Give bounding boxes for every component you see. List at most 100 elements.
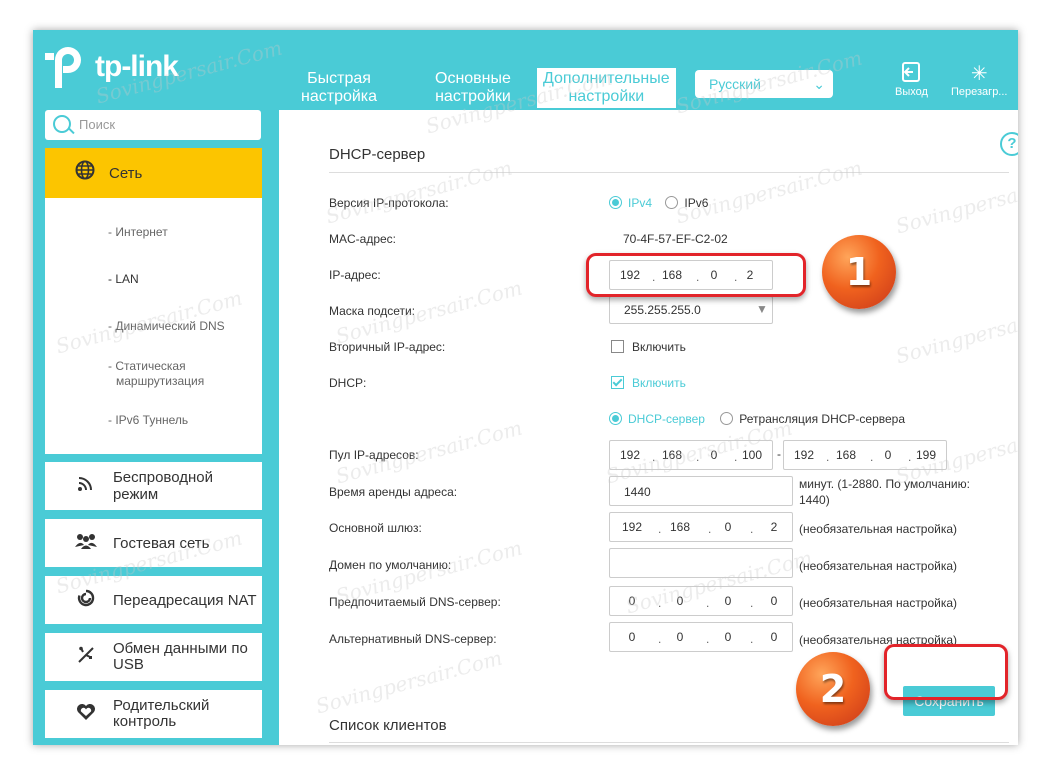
sidebar-item-usb[interactable]: Обмен данными по USB [45, 633, 262, 681]
mac-label: MAC-адрес: [329, 232, 397, 246]
dns1-field[interactable]: 0 . 0 . 0 . 0 [609, 586, 793, 616]
secondary-ip-checkbox[interactable]: Включить [611, 340, 686, 354]
sidebar-item-network[interactable]: Сеть [45, 148, 262, 198]
pool-start-field[interactable]: 192 . 168 . 0 . 100 [609, 440, 773, 470]
sidebar-item-network-label: Сеть [109, 164, 143, 182]
logout-label: Выход [895, 86, 928, 98]
domain-optional-note: (необязательная настройка) [799, 559, 958, 573]
pool-start-octet-1: 192 [619, 448, 641, 462]
sidebar-subitem-ddns[interactable]: - Динамический DNS [108, 319, 225, 334]
dns1-optional-note: (необязательная настройка) [799, 596, 958, 610]
ipv6-label: IPv6 [684, 196, 709, 210]
tab-advanced[interactable]: Дополнительные настройки [537, 68, 676, 108]
radio-off-icon [665, 196, 679, 209]
step-badge-2: 2 [796, 652, 870, 726]
ip-dot: . [706, 632, 710, 646]
ip-dot: . [658, 522, 662, 536]
pool-end-field[interactable]: 192 . 168 . 0 . 199 [783, 440, 947, 470]
radio-on-icon [609, 196, 622, 209]
reboot-button[interactable]: ✳ Перезагр... [951, 62, 1007, 98]
lease-value: 1440 [624, 485, 651, 499]
help-icon[interactable]: ? [1000, 132, 1018, 156]
lease-time-input[interactable]: 1440 [609, 476, 793, 506]
checkbox-icon [611, 340, 624, 353]
reboot-label: Перезагр... [951, 86, 1008, 98]
gateway-label: Основной шлюз: [329, 521, 422, 535]
ipv4-label: IPv4 [628, 196, 653, 210]
gateway-octet-2: 168 [669, 520, 691, 534]
search-placeholder: Поиск [79, 117, 116, 132]
tp-link-logo: tp-link [45, 44, 179, 90]
sidebar-item-parental[interactable]: Родительский контроль [45, 690, 262, 738]
dhcp-relay-radio[interactable]: Ретрансляция DHCP-сервера [720, 412, 905, 426]
router-admin-window: tp-link Быстрая настройка Основные настр… [33, 30, 1018, 745]
domain-input[interactable] [609, 548, 793, 578]
sidebar-item-guest-label: Гостевая сеть [113, 534, 210, 552]
dhcp-server-radio[interactable]: DHCP-сервер [609, 412, 705, 426]
heart-icon [75, 703, 97, 726]
tab-quick-setup[interactable]: Быстрая настройка [301, 70, 377, 106]
sidebar-item-wireless[interactable]: Беспроводной режим [45, 462, 262, 510]
ip-dot: . [750, 596, 754, 610]
radio-off-icon [720, 412, 734, 425]
usb-label-line2: USB [113, 656, 144, 673]
ip-version-label: Версия IP-протокола: [329, 196, 449, 210]
secondary-ip-check-label: Включить [632, 340, 686, 354]
highlight-save-button [884, 644, 1008, 700]
divider [329, 742, 1009, 743]
logout-button[interactable]: Выход [895, 62, 928, 98]
globe-icon [75, 160, 95, 186]
section-title-clients: Список клиентов [329, 717, 447, 734]
lease-label: Время аренды адреса: [329, 485, 458, 499]
lease-note-line2: 1440) [799, 493, 830, 507]
language-select[interactable]: Русский ⌄ [695, 70, 833, 98]
sidebar-subitem-static-routing[interactable]: - Статическая маршрутизация [108, 359, 204, 389]
lease-note: минут. (1-2880. По умолчанию: 1440) [799, 476, 970, 508]
dns1-octet-4: 0 [770, 594, 778, 608]
dhcp-check-label: Включить [632, 376, 686, 390]
dns1-label: Предпочитаемый DNS-сервер: [329, 595, 501, 609]
dns2-label: Альтернативный DNS-сервер: [329, 632, 497, 646]
sidebar-item-nat[interactable]: Переадресация NAT [45, 576, 262, 624]
ipv4-radio[interactable]: IPv4 [609, 196, 652, 210]
pool-end-octet-3: 0 [884, 448, 892, 462]
chevron-down-icon: ⌄ [813, 76, 825, 92]
nat-forwarding-icon [75, 589, 97, 612]
secondary-ip-label: Вторичный IP-адрес: [329, 340, 446, 354]
dhcp-enable-checkbox[interactable]: Включить [611, 376, 686, 390]
tab-advanced-line2: настройки [568, 88, 645, 105]
sidebar-subitem-internet[interactable]: - Интернет [108, 225, 168, 240]
dns2-field[interactable]: 0 . 0 . 0 . 0 [609, 622, 793, 652]
search-input[interactable]: Поиск [45, 110, 261, 140]
checkbox-checked-icon [611, 376, 624, 389]
gateway-optional-note: (необязательная настройка) [799, 522, 958, 536]
mask-value: 255.255.255.0 [624, 303, 701, 317]
sidebar-item-guest[interactable]: Гостевая сеть [45, 519, 262, 567]
usb-label-line1: Обмен данными по [113, 640, 248, 657]
tab-advanced-line1: Дополнительные [543, 70, 670, 87]
pool-start-octet-4: 100 [741, 448, 763, 462]
domain-label: Домен по умолчанию: [329, 558, 452, 572]
dns2-octet-4: 0 [770, 630, 778, 644]
gateway-field[interactable]: 192 . 168 . 0 . 2 [609, 512, 793, 542]
subnet-mask-select[interactable]: 255.255.255.0 ▼ [609, 296, 773, 324]
sidebar-subitem-ipv6-tunnel[interactable]: - IPv6 Туннель [108, 413, 188, 428]
gateway-octet-4: 2 [770, 520, 778, 534]
lease-note-line1: минут. (1-2880. По умолчанию: [799, 477, 970, 491]
dns1-octet-3: 0 [724, 594, 732, 608]
dns1-octet-2: 0 [676, 594, 684, 608]
logout-icon [895, 62, 928, 86]
highlight-ip-address [586, 253, 806, 297]
dhcp-relay-label: Ретрансляция DHCP-сервера [739, 412, 906, 426]
pool-dash: - [777, 447, 781, 461]
dhcp-mode-radios: DHCP-сервер Ретрансляция DHCP-сервера [609, 412, 905, 426]
step-badge-1: 1 [822, 235, 896, 309]
dns1-octet-1: 0 [628, 594, 636, 608]
sidebar-subitem-lan[interactable]: - LAN [108, 272, 139, 287]
ip-dot: . [658, 596, 662, 610]
ipv6-radio[interactable]: IPv6 [665, 196, 708, 210]
dns2-octet-1: 0 [628, 630, 636, 644]
radio-on-icon [609, 412, 622, 425]
pool-end-octet-4: 199 [915, 448, 937, 462]
tab-basic[interactable]: Основные настройки [435, 70, 511, 106]
